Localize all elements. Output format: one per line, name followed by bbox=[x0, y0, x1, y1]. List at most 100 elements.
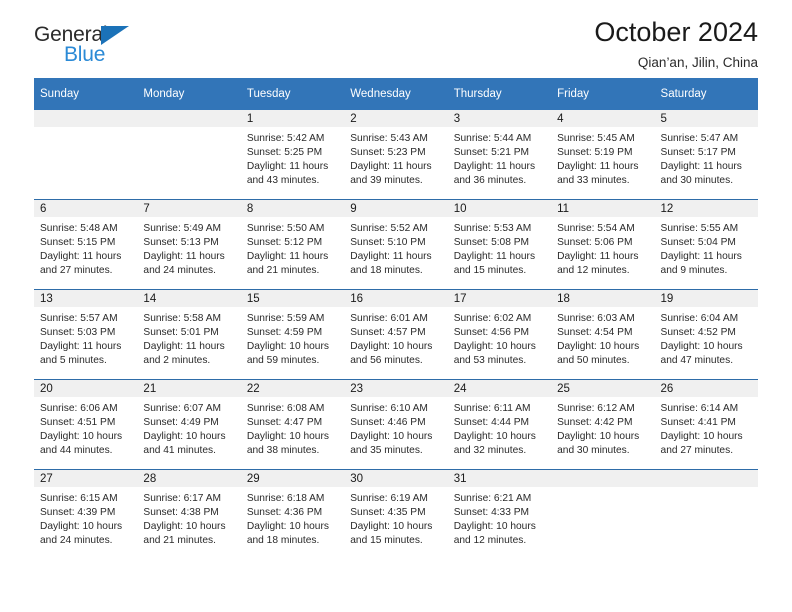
daylight-text-line1: Daylight: 10 hours bbox=[143, 431, 226, 443]
day-number: 7 bbox=[137, 200, 241, 217]
sunset-text: Sunset: 5:06 PM bbox=[557, 237, 633, 249]
day-number bbox=[551, 470, 655, 487]
calendar-day-cell[interactable]: 24 Sunrise: 6:11 AM Sunset: 4:44 PM Dayligh… bbox=[447, 379, 552, 470]
calendar-day-cell[interactable]: 31 Sunrise: 6:21 AM Sunset: 4:33 PM Dayligh… bbox=[447, 469, 552, 559]
sunset-text: Sunset: 5:12 PM bbox=[246, 237, 323, 249]
sunrise-text: Sunrise: 5:59 AM bbox=[246, 313, 325, 324]
calendar-day-cell[interactable]: 6 Sunrise: 5:48 AM Sunset: 5:15 PM Daylight… bbox=[34, 199, 138, 290]
sunset-text: Sunset: 5:04 PM bbox=[660, 237, 736, 249]
sunset-text: Sunset: 5:03 PM bbox=[40, 327, 116, 339]
sunset-text: Sunset: 5:23 PM bbox=[350, 147, 426, 159]
daylight-text-line1: Daylight: 10 hours bbox=[40, 431, 123, 443]
day-details: Sunrise: 6:19 AM Sunset: 4:35 PM Daylight:… bbox=[344, 487, 447, 548]
daylight-text-line1: Daylight: 10 hours bbox=[350, 341, 433, 353]
calendar-day-cell[interactable]: 15 Sunrise: 5:59 AM Sunset: 4:59 PM Dayligh… bbox=[240, 289, 345, 380]
sunrise-text: Sunrise: 5:53 AM bbox=[453, 223, 532, 234]
daylight-text-line1: Daylight: 11 hours bbox=[453, 161, 536, 173]
day-details: Sunrise: 5:48 AM Sunset: 5:15 PM Daylight:… bbox=[34, 217, 137, 278]
calendar-day-cell[interactable]: 19 Sunrise: 6:04 AM Sunset: 4:52 PM Dayligh… bbox=[654, 289, 758, 380]
weekday-header-row: Sunday Monday Tuesday Wednesday Thursday Frid… bbox=[34, 78, 758, 110]
calendar-day-cell[interactable]: 29 Sunrise: 6:18 AM Sunset: 4:36 PM Dayligh… bbox=[240, 469, 345, 559]
day-details: Sunrise: 5:50 AM Sunset: 5:12 PM Daylight:… bbox=[241, 217, 344, 278]
calendar-day-cell[interactable]: 7 Sunrise: 5:49 AM Sunset: 5:13 PM Daylight… bbox=[137, 199, 241, 290]
daylight-text-line2: and 18 minutes. bbox=[246, 535, 320, 547]
day-details: Sunrise: 5:55 AM Sunset: 5:04 PM Daylight:… bbox=[655, 217, 758, 278]
sunrise-text: Sunrise: 6:19 AM bbox=[350, 493, 428, 504]
sunrise-text: Sunrise: 6:06 AM bbox=[40, 403, 118, 414]
day-number: 24 bbox=[447, 380, 552, 397]
sunrise-text: Sunrise: 5:58 AM bbox=[143, 313, 222, 324]
sunrise-text: Sunrise: 5:50 AM bbox=[246, 223, 325, 234]
calendar-day-cell[interactable]: 4 Sunrise: 5:45 AM Sunset: 5:19 PM Daylight… bbox=[551, 110, 655, 200]
day-details: Sunrise: 6:01 AM Sunset: 4:57 PM Daylight:… bbox=[344, 307, 447, 368]
day-details: Sunrise: 6:15 AM Sunset: 4:39 PM Daylight:… bbox=[34, 487, 137, 548]
daylight-text-line2: and 21 minutes. bbox=[143, 535, 216, 547]
calendar-day-cell[interactable]: 20 Sunrise: 6:06 AM Sunset: 4:51 PM Dayligh… bbox=[34, 379, 138, 470]
sunrise-text: Sunrise: 6:14 AM bbox=[660, 403, 739, 414]
calendar-day-cell[interactable]: 16 Sunrise: 6:01 AM Sunset: 4:57 PM Dayligh… bbox=[344, 289, 448, 380]
day-number: 22 bbox=[240, 380, 345, 397]
calendar-day-cell[interactable]: 13 Sunrise: 5:57 AM Sunset: 5:03 PM Dayligh… bbox=[34, 289, 138, 380]
daylight-text-line2: and 27 minutes. bbox=[40, 265, 113, 277]
daylight-text-line1: Daylight: 11 hours bbox=[40, 341, 122, 353]
day-number: 5 bbox=[654, 110, 758, 127]
calendar-day-cell[interactable]: 26 Sunrise: 6:14 AM Sunset: 4:41 PM Dayligh… bbox=[654, 379, 758, 470]
day-number bbox=[654, 470, 758, 487]
day-details: Sunrise: 5:47 AM Sunset: 5:17 PM Daylight:… bbox=[655, 127, 758, 188]
sunrise-text: Sunrise: 6:11 AM bbox=[453, 403, 531, 414]
day-details: Sunrise: 5:49 AM Sunset: 5:13 PM Daylight:… bbox=[137, 217, 240, 278]
day-number: 1 bbox=[240, 110, 345, 127]
daylight-text-line2: and 21 minutes. bbox=[246, 265, 320, 277]
calendar-day-cell[interactable]: 3 Sunrise: 5:44 AM Sunset: 5:21 PM Daylight… bbox=[447, 110, 552, 200]
day-details: Sunrise: 5:54 AM Sunset: 5:06 PM Daylight:… bbox=[551, 217, 654, 278]
daylight-text-line2: and 2 minutes. bbox=[143, 355, 211, 367]
calendar-day-cell[interactable]: 28 Sunrise: 6:17 AM Sunset: 4:38 PM Dayligh… bbox=[137, 469, 241, 559]
daylight-text-line2: and 24 minutes. bbox=[143, 265, 216, 277]
calendar-day-cell[interactable]: 10 Sunrise: 5:53 AM Sunset: 5:08 PM Dayligh… bbox=[447, 199, 552, 290]
calendar-day-cell[interactable]: 21 Sunrise: 6:07 AM Sunset: 4:49 PM Dayligh… bbox=[137, 379, 241, 470]
day-number: 23 bbox=[344, 380, 448, 397]
calendar-day-cell[interactable]: 11 Sunrise: 5:54 AM Sunset: 5:06 PM Dayligh… bbox=[551, 199, 655, 290]
calendar-day-cell[interactable]: 9 Sunrise: 5:52 AM Sunset: 5:10 PM Daylight… bbox=[344, 199, 448, 290]
weekday-header-sunday: Sunday bbox=[34, 78, 138, 110]
generalblue-logo[interactable]: General Blue bbox=[34, 24, 154, 70]
calendar-day-cell[interactable]: 27 Sunrise: 6:15 AM Sunset: 4:39 PM Dayligh… bbox=[34, 469, 138, 559]
daylight-text-line2: and 30 minutes. bbox=[557, 445, 630, 457]
calendar-day-cell[interactable]: 22 Sunrise: 6:08 AM Sunset: 4:47 PM Dayligh… bbox=[240, 379, 345, 470]
day-number: 19 bbox=[654, 290, 758, 307]
calendar-day-cell[interactable]: 18 Sunrise: 6:03 AM Sunset: 4:54 PM Dayligh… bbox=[551, 289, 655, 380]
weekday-header-saturday: Saturday bbox=[654, 78, 758, 110]
calendar-day-cell[interactable]: 17 Sunrise: 6:02 AM Sunset: 4:56 PM Dayligh… bbox=[447, 289, 552, 380]
sunrise-text: Sunrise: 5:54 AM bbox=[557, 223, 635, 234]
daylight-text-line2: and 36 minutes. bbox=[453, 175, 527, 187]
day-number: 25 bbox=[551, 380, 655, 397]
calendar-day-cell[interactable]: 2 Sunrise: 5:43 AM Sunset: 5:23 PM Daylight… bbox=[344, 110, 448, 200]
calendar-day-cell[interactable]: 8 Sunrise: 5:50 AM Sunset: 5:12 PM Daylight… bbox=[240, 199, 345, 290]
day-details: Sunrise: 6:18 AM Sunset: 4:36 PM Daylight:… bbox=[241, 487, 344, 548]
day-number: 8 bbox=[240, 200, 345, 217]
calendar-day-cell[interactable]: 14 Sunrise: 5:58 AM Sunset: 5:01 PM Dayligh… bbox=[137, 289, 241, 380]
sunset-text: Sunset: 4:46 PM bbox=[350, 417, 426, 429]
day-details: Sunrise: 6:10 AM Sunset: 4:46 PM Daylight:… bbox=[344, 397, 447, 458]
calendar-day-cell[interactable]: 12 Sunrise: 5:55 AM Sunset: 5:04 PM Dayligh… bbox=[654, 199, 758, 290]
calendar-day-cell[interactable]: 1 Sunrise: 5:42 AM Sunset: 5:25 PM Daylight… bbox=[240, 110, 345, 200]
sunrise-text: Sunrise: 6:04 AM bbox=[660, 313, 739, 324]
calendar-day-cell[interactable]: 5 Sunrise: 5:47 AM Sunset: 5:17 PM Daylight… bbox=[654, 110, 758, 200]
calendar-day-cell-empty bbox=[654, 469, 758, 559]
day-details: Sunrise: 5:44 AM Sunset: 5:21 PM Daylight:… bbox=[448, 127, 551, 188]
sunset-text: Sunset: 4:59 PM bbox=[246, 327, 323, 339]
daylight-text-line2: and 32 minutes. bbox=[453, 445, 527, 457]
calendar-day-cell[interactable]: 30 Sunrise: 6:19 AM Sunset: 4:35 PM Dayligh… bbox=[344, 469, 448, 559]
daylight-text-line1: Daylight: 10 hours bbox=[246, 521, 329, 533]
daylight-text-line2: and 9 minutes. bbox=[660, 265, 728, 277]
calendar-day-cell[interactable]: 25 Sunrise: 6:12 AM Sunset: 4:42 PM Dayligh… bbox=[551, 379, 655, 470]
sunset-text: Sunset: 4:36 PM bbox=[246, 507, 323, 519]
calendar-day-cell[interactable]: 23 Sunrise: 6:10 AM Sunset: 4:46 PM Dayligh… bbox=[344, 379, 448, 470]
calendar-week-row: 20 Sunrise: 6:06 AM Sunset: 4:51 PM Dayligh… bbox=[34, 379, 758, 470]
daylight-text-line2: and 33 minutes. bbox=[557, 175, 630, 187]
daylight-text-line1: Daylight: 10 hours bbox=[453, 521, 536, 533]
day-number bbox=[34, 110, 138, 127]
sunset-text: Sunset: 4:33 PM bbox=[453, 507, 530, 519]
daylight-text-line1: Daylight: 11 hours bbox=[143, 251, 225, 263]
sunset-text: Sunset: 4:38 PM bbox=[143, 507, 219, 519]
